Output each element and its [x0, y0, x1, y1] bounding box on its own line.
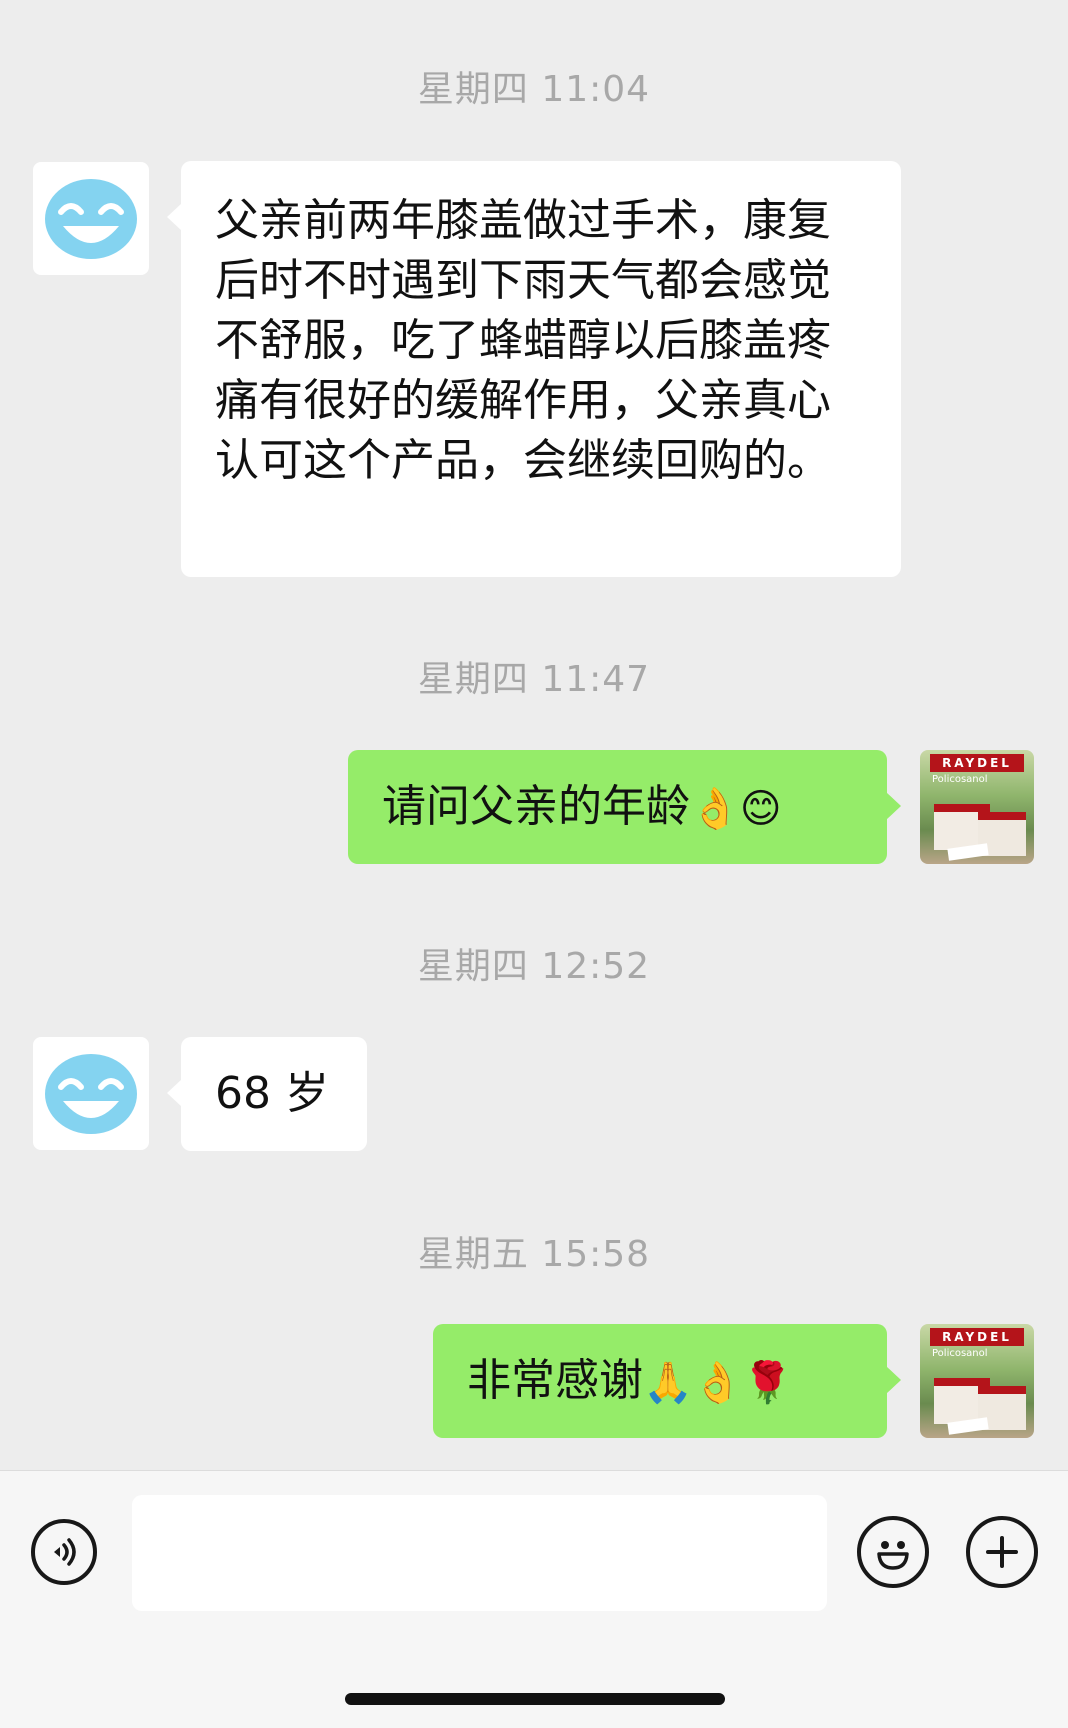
- product-label: Policosanol: [932, 774, 988, 785]
- my-avatar[interactable]: RAYDEL Policosanol: [920, 1324, 1034, 1438]
- product-thumbnail: RAYDEL Policosanol: [920, 750, 1034, 864]
- outgoing-message-bubble[interactable]: 请问父亲的年龄👌😊: [348, 750, 901, 864]
- product-label: Policosanol: [932, 1348, 988, 1359]
- brand-label: RAYDEL: [930, 754, 1024, 772]
- rose-emoji: 🌹: [742, 1360, 793, 1406]
- contact-avatar[interactable]: [33, 1037, 149, 1150]
- smile-face-icon: [45, 178, 137, 259]
- ok-hand-emoji: 👌: [690, 786, 740, 832]
- incoming-message-bubble[interactable]: 父亲前两年膝盖做过手术，康复后时不时遇到下雨天气都会感觉不舒服，吃了蜂蜡醇以后膝…: [167, 161, 901, 577]
- timestamp: 星期四 12:52: [417, 946, 651, 987]
- smiling-face-emoji: 😊: [739, 786, 782, 832]
- chat-area[interactable]: 星期四 11:04 父亲前两年膝盖做过手术，康复后时不时遇到下雨天气都会感觉不舒…: [0, 0, 1068, 1470]
- incoming-message-bubble[interactable]: 68 岁: [167, 1037, 367, 1151]
- home-indicator: [345, 1693, 725, 1705]
- brand-label: RAYDEL: [930, 1328, 1024, 1346]
- message-text: 非常感谢: [467, 1355, 643, 1406]
- voice-input-button[interactable]: [31, 1519, 97, 1585]
- voice-input-icon: [54, 1538, 76, 1566]
- timestamp: 星期五 15:58: [417, 1234, 651, 1275]
- timestamp: 星期四 11:47: [417, 659, 651, 700]
- outgoing-message-bubble[interactable]: 非常感谢🙏👌🌹: [433, 1324, 901, 1438]
- message-input[interactable]: [132, 1495, 827, 1611]
- message-text: 请问父亲的年龄: [382, 781, 690, 832]
- praying-hands-emoji: 🙏: [643, 1360, 693, 1406]
- smile-face-icon: [45, 1053, 137, 1134]
- contact-avatar[interactable]: [33, 162, 149, 275]
- timestamp: 星期四 11:04: [417, 69, 651, 110]
- product-thumbnail: RAYDEL Policosanol: [920, 1324, 1034, 1438]
- message-text: 父亲前两年膝盖做过手术，康复后时不时遇到下雨天气都会感觉不舒服，吃了蜂蜡醇以后膝…: [215, 195, 831, 486]
- emoji-button[interactable]: [857, 1516, 929, 1588]
- message-text: 68 岁: [215, 1068, 329, 1119]
- input-bar: [0, 1470, 1068, 1728]
- plus-button[interactable]: [966, 1516, 1038, 1588]
- plus-icon: [986, 1536, 1018, 1568]
- ok-hand-emoji: 👌: [692, 1360, 743, 1406]
- emoji-icon: [877, 1541, 909, 1570]
- my-avatar[interactable]: RAYDEL Policosanol: [920, 750, 1034, 864]
